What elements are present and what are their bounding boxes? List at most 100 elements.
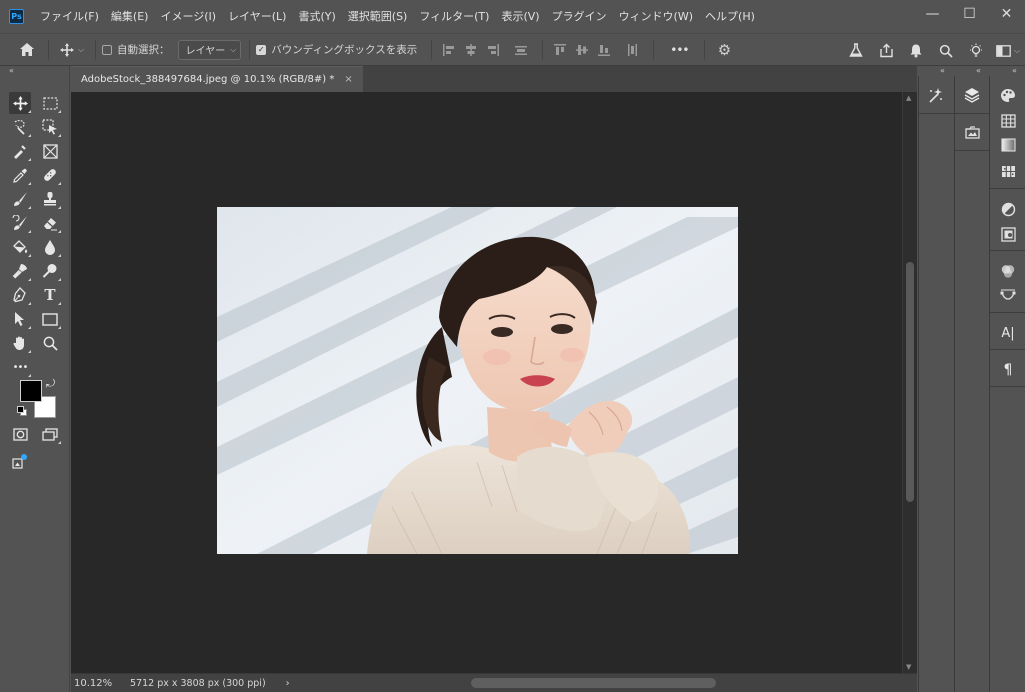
collapse-panel-a-icon[interactable]: « [940,66,945,76]
edit-toolbar-button[interactable]: ••• [9,356,31,378]
libraries-icon[interactable] [961,121,983,143]
path-selection-tool[interactable] [9,308,31,330]
pen-tool[interactable] [9,284,31,306]
chevron-down-icon: ⌵ [77,44,85,54]
more-options-button[interactable]: ••• [670,43,689,57]
vertical-scrollbar[interactable]: ▲ ▼ [902,92,917,673]
swatches-icon[interactable] [997,110,1019,132]
blur-tool[interactable] [39,236,61,258]
menu-view[interactable]: 表示(V) [495,0,545,33]
scroll-up-arrow[interactable]: ▲ [906,94,911,102]
zoom-tool[interactable] [39,332,61,354]
document-tab[interactable]: AdobeStock_388497684.jpeg @ 10.1% (RGB/8… [71,66,363,92]
foreground-color-swatch[interactable] [20,380,42,402]
align-vertical-center-icon[interactable] [573,41,591,59]
menu-type[interactable]: 書式(Y) [292,0,341,33]
masks-icon[interactable] [997,223,1019,245]
align-right-icon[interactable] [484,41,502,59]
document-image[interactable] [217,207,738,554]
history-brush-tool[interactable] [9,212,31,234]
align-left-icon[interactable] [440,41,458,59]
share-for-review-icon[interactable] [9,450,31,472]
menu-help[interactable]: ヘルプ(H) [699,0,761,33]
collapse-panel-d-icon[interactable]: « [1012,66,1017,76]
home-icon[interactable] [12,42,42,57]
menu-filter[interactable]: フィルター(T) [413,0,495,33]
zoom-level[interactable]: 10.12% [74,678,124,689]
paths-icon[interactable] [997,285,1019,307]
brush-tool[interactable] [9,188,31,210]
vertical-scroll-thumb[interactable] [906,262,914,502]
menu-layer[interactable]: レイヤー(L) [222,0,292,33]
smudge-tool[interactable] [9,260,31,282]
color-palette-icon[interactable] [997,84,1019,106]
eraser-tool[interactable] [39,212,61,234]
character-icon[interactable]: A| [997,322,1019,344]
default-colors-icon[interactable] [17,406,27,416]
bounding-box-checkbox[interactable]: ✓ [256,44,267,55]
rectangle-tool[interactable] [39,308,61,330]
maximize-button[interactable]: ☐ [951,0,988,28]
dodge-tool[interactable] [39,260,61,282]
close-tab-icon[interactable]: × [344,74,352,85]
portrait-photo [217,207,738,554]
adjustments-icon[interactable] [997,198,1019,220]
text-tool[interactable]: T [39,284,61,306]
move-tool[interactable] [9,92,31,114]
canvas-area[interactable] [71,92,902,673]
hand-tool[interactable] [9,332,31,354]
workspace-icon[interactable]: ⌵ [991,44,1025,57]
rectangular-marquee-tool[interactable] [39,92,61,114]
align-horizontal-center-icon[interactable] [462,41,480,59]
generative-icon[interactable] [924,84,946,106]
menu-image[interactable]: イメージ(I) [154,0,222,33]
window-controls: — ☐ ✕ [914,0,1025,30]
spot-healing-brush-tool[interactable] [39,164,61,186]
frame-tool[interactable] [39,140,61,162]
search-icon[interactable] [931,44,961,58]
auto-select-label: 自動選択： [117,44,170,56]
scroll-down-arrow[interactable]: ▼ [906,663,911,671]
menu-window[interactable]: ウィンドウ(W) [613,0,699,33]
eyedropper-pen-tool[interactable] [9,140,31,162]
flask-icon[interactable] [841,43,871,58]
share-icon[interactable] [871,43,901,58]
paint-bucket-tool[interactable] [9,236,31,258]
auto-select-checkbox[interactable] [102,44,112,55]
swap-colors-icon[interactable]: ⤾ [46,377,55,391]
menu-edit[interactable]: 編集(E) [105,0,155,33]
patterns-icon[interactable] [997,160,1019,182]
collapse-toolbar-icon[interactable]: « [9,66,14,76]
horizontal-scroll-thumb[interactable] [471,678,716,688]
menu-plugins[interactable]: プラグイン [546,0,613,33]
collapse-panel-c-icon[interactable]: « [976,66,981,76]
panel-dock-a [918,76,954,692]
distribute-vertical-icon[interactable] [623,41,641,59]
align-top-icon[interactable] [551,41,569,59]
clone-stamp-tool[interactable] [39,188,61,210]
horizontal-scrollbar[interactable] [281,674,917,692]
object-selection-tool[interactable] [9,116,31,138]
layers-icon[interactable] [961,84,983,106]
bell-icon[interactable] [901,43,931,58]
screen-mode-icon[interactable] [39,423,61,445]
close-button[interactable]: ✕ [988,0,1025,28]
auto-select-target-value: レイヤー [185,46,226,57]
eyedropper-tool[interactable] [9,164,31,186]
lightbulb-icon[interactable] [961,43,991,59]
distribute-horizontal-icon[interactable] [512,41,530,59]
paragraph-icon[interactable]: ¶ [997,359,1019,381]
gear-icon[interactable]: ⚙ [711,41,737,59]
move-tool-preset-icon[interactable]: ⌵ [55,42,89,57]
document-title: AdobeStock_388497684.jpeg @ 10.1% (RGB/8… [81,74,335,85]
select-subject-tool[interactable] [39,116,61,138]
auto-select-target-dropdown[interactable]: レイヤー ⌵ [177,39,242,60]
quick-mask-icon[interactable] [9,423,31,445]
menu-select[interactable]: 選択範囲(S) [342,0,414,33]
align-bottom-icon[interactable] [595,41,613,59]
document-info[interactable]: 5712 px x 3808 px (300 ppi) [130,678,266,689]
menu-file[interactable]: ファイル(F) [34,0,105,33]
minimize-button[interactable]: — [914,0,951,28]
channels-icon[interactable] [997,260,1019,282]
gradients-icon[interactable] [997,134,1019,156]
